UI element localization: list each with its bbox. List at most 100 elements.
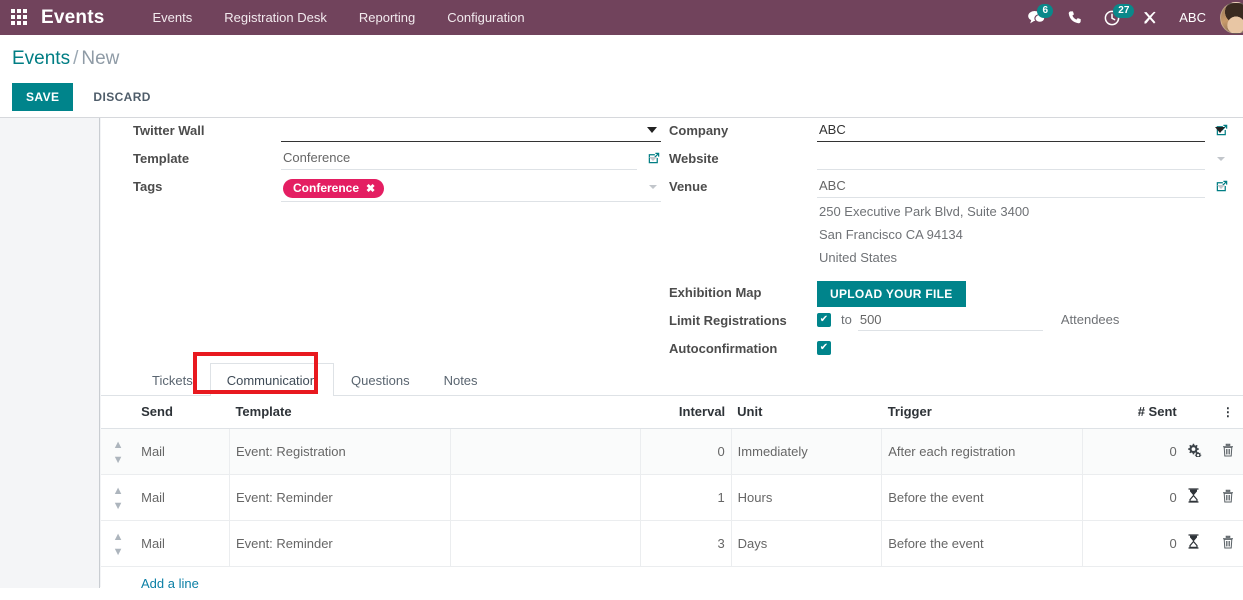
header-trigger[interactable]: Trigger — [881, 396, 1083, 429]
app-brand-events[interactable]: Events — [41, 7, 105, 29]
cell-template[interactable]: Event: Reminder — [229, 474, 451, 521]
upload-your-file-button[interactable]: UPLOAD YOUR FILE — [817, 281, 966, 307]
cell-spacer — [450, 474, 642, 521]
cell-send[interactable]: Mail — [135, 520, 230, 567]
cogs-icon-glyph — [1187, 443, 1202, 458]
nav-menu-reporting[interactable]: Reporting — [343, 0, 431, 35]
breadcrumb-item-events[interactable]: Events — [12, 48, 70, 69]
table-row[interactable]: ▲ ▼ Mail Event: Reminder 3 Days Before th… — [101, 520, 1243, 567]
optional-columns-dropdown[interactable]: ⋮ — [1212, 396, 1243, 429]
form-column-right: Company ABC Website Venue ABC 250 Execut… — [669, 118, 1229, 364]
tab-tickets[interactable]: Tickets — [135, 363, 210, 396]
table-row[interactable]: ▲ ▼ Mail Event: Reminder 1 Hours Before t… — [101, 474, 1243, 521]
cell-trigger[interactable]: Before the event — [881, 520, 1083, 567]
cell-interval[interactable]: 1 — [640, 474, 732, 521]
cell-interval[interactable]: 3 — [640, 520, 732, 567]
form-fields-area: Twitter Wall Template Conference Tags Co… — [101, 118, 1243, 358]
header-sent[interactable]: # Sent — [1082, 396, 1183, 429]
autoconfirmation-checkbox[interactable]: ✔ — [817, 341, 831, 355]
chevron-down-icon[interactable] — [1217, 185, 1225, 189]
chevron-down-icon[interactable] — [1215, 127, 1225, 133]
form-sheet: Twitter Wall Template Conference Tags Co… — [101, 118, 1243, 591]
tag-label: Conference — [293, 181, 360, 195]
row-drag-handle-cell[interactable]: ▲ ▼ — [101, 520, 136, 567]
drag-handle-icon[interactable]: ▲ ▼ — [113, 439, 124, 466]
tag-chip-conference[interactable]: Conference ✖ — [283, 179, 385, 198]
tags-input[interactable]: Conference ✖ — [281, 174, 661, 202]
seats-max-input[interactable]: 500 — [857, 308, 1043, 331]
field-twitter-wall: Twitter Wall — [133, 118, 661, 146]
delete-row-button[interactable] — [1212, 428, 1243, 475]
cell-unit[interactable]: Immediately — [731, 428, 883, 475]
header-send[interactable]: Send — [135, 396, 230, 429]
cell-send[interactable]: Mail — [135, 428, 230, 475]
field-label-company: Company — [669, 123, 729, 138]
row-drag-handle-cell[interactable]: ▲ ▼ — [101, 474, 136, 521]
company-input[interactable]: ABC — [817, 118, 1205, 142]
phone-icon — [1069, 11, 1081, 24]
drag-handle-icon[interactable]: ▲ ▼ — [113, 485, 124, 512]
apps-grid-icon[interactable] — [11, 8, 29, 27]
tab-communication[interactable]: Communication — [209, 363, 335, 396]
twitter-wall-input[interactable] — [281, 118, 661, 142]
delete-row-button[interactable] — [1212, 520, 1243, 567]
trash-icon — [1222, 443, 1233, 456]
website-input[interactable] — [817, 146, 1205, 170]
add-a-line-button[interactable]: Add a line — [101, 567, 1243, 600]
hourglass-icon[interactable] — [1182, 474, 1213, 521]
cell-sent[interactable]: 0 — [1082, 520, 1183, 567]
field-company: Company ABC — [669, 118, 1229, 146]
nav-menu-events[interactable]: Events — [137, 0, 209, 35]
breadcrumb: Events / New — [12, 48, 1243, 70]
chevron-down-icon[interactable] — [649, 157, 657, 161]
hourglass-icon[interactable] — [1182, 520, 1213, 567]
discard-button[interactable]: DISCARD — [87, 83, 156, 111]
field-label-twitter-wall: Twitter Wall — [133, 123, 205, 138]
table-row[interactable]: ▲ ▼ Mail Event: Registration 0 Immediatel… — [101, 428, 1243, 475]
chevron-down-icon[interactable] — [647, 127, 657, 133]
header-template[interactable]: Template — [229, 396, 451, 429]
header-interval[interactable]: Interval — [640, 396, 732, 429]
avatar[interactable] — [1220, 1, 1243, 34]
limit-registrations-checkbox[interactable]: ✔ — [817, 313, 831, 327]
messages-button[interactable]: 6 — [1017, 0, 1056, 35]
cell-template[interactable]: Event: Registration — [229, 428, 451, 475]
chevron-down-icon[interactable] — [1217, 157, 1225, 161]
cell-send[interactable]: Mail — [135, 474, 230, 521]
chevron-down-icon[interactable] — [649, 185, 657, 189]
header-unit[interactable]: Unit — [731, 396, 882, 429]
header-spacer — [450, 396, 641, 429]
cogs-icon[interactable] — [1182, 428, 1213, 475]
notebook: Tickets Communication Questions Notes Se… — [101, 352, 1243, 600]
tab-questions[interactable]: Questions — [334, 363, 427, 396]
venue-input[interactable]: ABC — [817, 174, 1205, 198]
user-menu-button[interactable]: ABC — [1169, 10, 1220, 25]
delete-row-button[interactable] — [1212, 474, 1243, 521]
cell-trigger[interactable]: Before the event — [881, 474, 1083, 521]
field-limit-registrations: Limit Registrations ✔ to 500 Attendees — [669, 308, 1229, 336]
nav-menu-configuration[interactable]: Configuration — [431, 0, 540, 35]
wrench-screwdriver-icon — [1144, 11, 1156, 24]
phone-button[interactable] — [1056, 0, 1093, 35]
cell-sent[interactable]: 0 — [1082, 474, 1183, 521]
cell-sent[interactable]: 0 — [1082, 428, 1183, 475]
cell-unit[interactable]: Days — [731, 520, 883, 567]
template-input[interactable]: Conference — [281, 146, 637, 170]
hourglass-icon-glyph — [1188, 488, 1199, 503]
cell-template[interactable]: Event: Reminder — [229, 520, 451, 567]
nav-menu-registration-desk[interactable]: Registration Desk — [208, 0, 343, 35]
cell-interval[interactable]: 0 — [640, 428, 732, 475]
kebab-menu-icon[interactable]: ⋮ — [1222, 405, 1234, 419]
activities-button[interactable]: 27 — [1093, 0, 1135, 35]
save-button[interactable]: SAVE — [12, 83, 74, 111]
close-icon[interactable]: ✖ — [366, 182, 375, 195]
cell-unit[interactable]: Hours — [731, 474, 883, 521]
trash-icon — [1222, 489, 1233, 502]
tools-button[interactable] — [1131, 0, 1169, 35]
tab-notes[interactable]: Notes — [427, 363, 495, 396]
row-drag-handle-cell[interactable]: ▲ ▼ — [101, 428, 136, 475]
cell-trigger[interactable]: After each registration — [881, 428, 1083, 475]
field-autoconfirmation: Autoconfirmation ✔ — [669, 336, 1229, 364]
field-label-limit-registrations: Limit Registrations — [669, 313, 787, 328]
drag-handle-icon[interactable]: ▲ ▼ — [113, 531, 124, 558]
